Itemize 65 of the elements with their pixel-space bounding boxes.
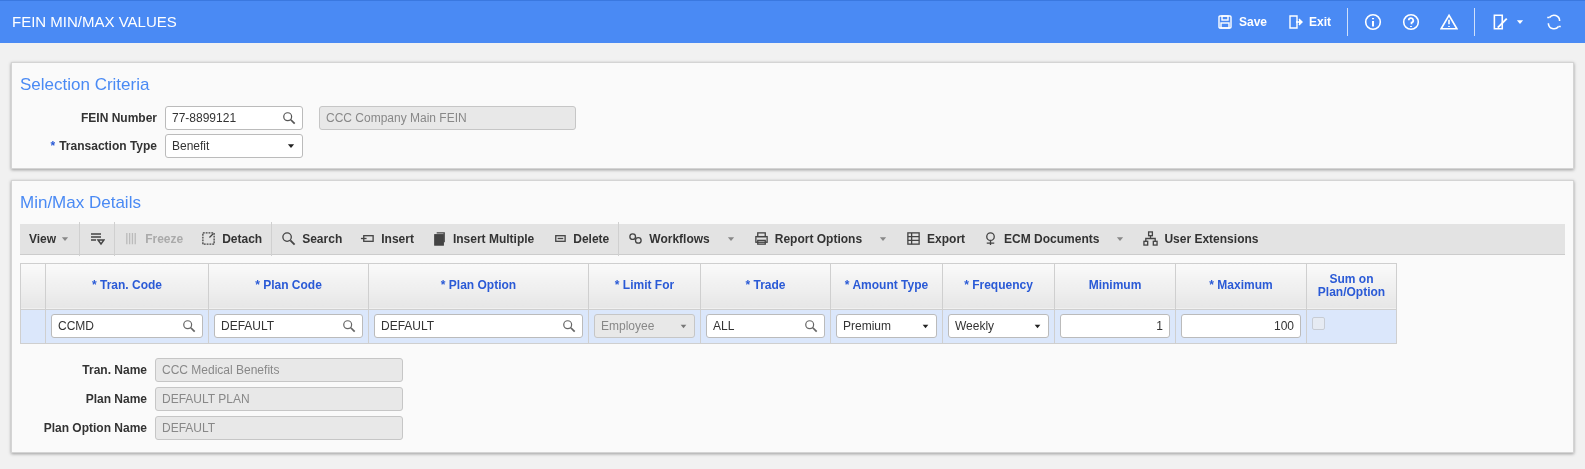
hierarchy-icon xyxy=(1143,231,1159,246)
toolbar-button[interactable]: Workflows xyxy=(619,229,745,248)
column-header: * Maximum xyxy=(1175,263,1307,309)
field-label: Plan Option Name xyxy=(42,419,147,437)
readonly-field: DEFAULT xyxy=(155,415,403,440)
column-header: * Tran. Code xyxy=(45,263,209,309)
select-field[interactable]: Weekly xyxy=(948,314,1049,338)
warning-icon xyxy=(1440,13,1458,31)
edit-icon xyxy=(1491,13,1509,31)
section-title: Min/Max Details xyxy=(20,192,142,214)
refresh-icon xyxy=(1545,13,1563,31)
column-header: * Trade xyxy=(700,263,831,309)
toolbar-button[interactable]: Detach xyxy=(192,229,272,248)
filter-icon xyxy=(89,230,106,247)
lookup-field[interactable]: CCMD xyxy=(51,314,203,338)
toolbar-button[interactable]: Report Options xyxy=(744,229,898,248)
save-icon xyxy=(1216,14,1233,30)
toolbar-button[interactable]: Search xyxy=(272,229,352,248)
lookup-field[interactable]: DEFAULT xyxy=(374,314,583,338)
exit-icon xyxy=(1287,14,1303,30)
field-label: Tran. Name xyxy=(81,361,147,379)
description-field: CCC Company Main FEIN xyxy=(319,105,576,130)
row-header xyxy=(20,263,46,309)
search-icon xyxy=(804,319,818,333)
field-label: Transaction Type xyxy=(59,137,157,155)
search-icon xyxy=(281,231,297,246)
gears-icon xyxy=(628,231,644,246)
readonly-field: DEFAULT PLAN xyxy=(155,386,403,411)
input-field[interactable]: 100 xyxy=(1181,314,1301,338)
select-field[interactable]: Benefit xyxy=(165,133,303,158)
toolbar-button[interactable]: ECM Documents xyxy=(974,229,1135,248)
column-header: * Frequency xyxy=(942,263,1055,309)
toolbar-button[interactable]: Export xyxy=(897,229,975,248)
section-title: Selection Criteria xyxy=(20,74,151,96)
lookup-field[interactable]: ALL xyxy=(706,314,825,338)
column-header: * Amount Type xyxy=(830,263,943,309)
select-field[interactable]: Premium xyxy=(836,314,937,338)
window-title: FEIN MIN/MAX VALUES xyxy=(12,11,177,32)
info-icon xyxy=(1364,13,1382,31)
column-header: Minimum xyxy=(1054,263,1176,309)
lookup-field[interactable]: 77-8899121 xyxy=(165,105,303,130)
insert-multiple-icon xyxy=(431,231,447,246)
lookup-field[interactable]: DEFAULT xyxy=(214,314,363,338)
search-icon xyxy=(182,319,196,333)
printer-icon xyxy=(753,231,769,246)
toolbar-button[interactable]: Delete xyxy=(543,229,619,248)
column-header: Sum on Plan/Option xyxy=(1306,263,1397,309)
field-label: Plan Name xyxy=(84,390,147,408)
table-icon xyxy=(906,231,922,246)
column-header: * Plan Option xyxy=(368,263,589,309)
required-mark: * xyxy=(50,137,56,155)
toolbar-button[interactable]: User Extensions xyxy=(1134,229,1268,248)
readonly-field: CCC Medical Benefits xyxy=(155,357,403,382)
field-label: FEIN Number xyxy=(81,109,157,127)
toolbar-button[interactable]: Insert Multiple xyxy=(422,229,544,248)
column-header: * Limit For xyxy=(588,263,701,309)
search-icon xyxy=(562,319,576,333)
detach-icon xyxy=(201,231,217,246)
toolbar-button[interactable]: Insert xyxy=(351,229,423,248)
input-field[interactable]: 1 xyxy=(1060,314,1170,338)
search-icon xyxy=(342,319,356,333)
help-icon xyxy=(1402,13,1420,31)
search-icon xyxy=(282,110,296,125)
column-header: * Plan Code xyxy=(208,263,369,309)
toolbar-button[interactable]: View xyxy=(20,229,80,248)
